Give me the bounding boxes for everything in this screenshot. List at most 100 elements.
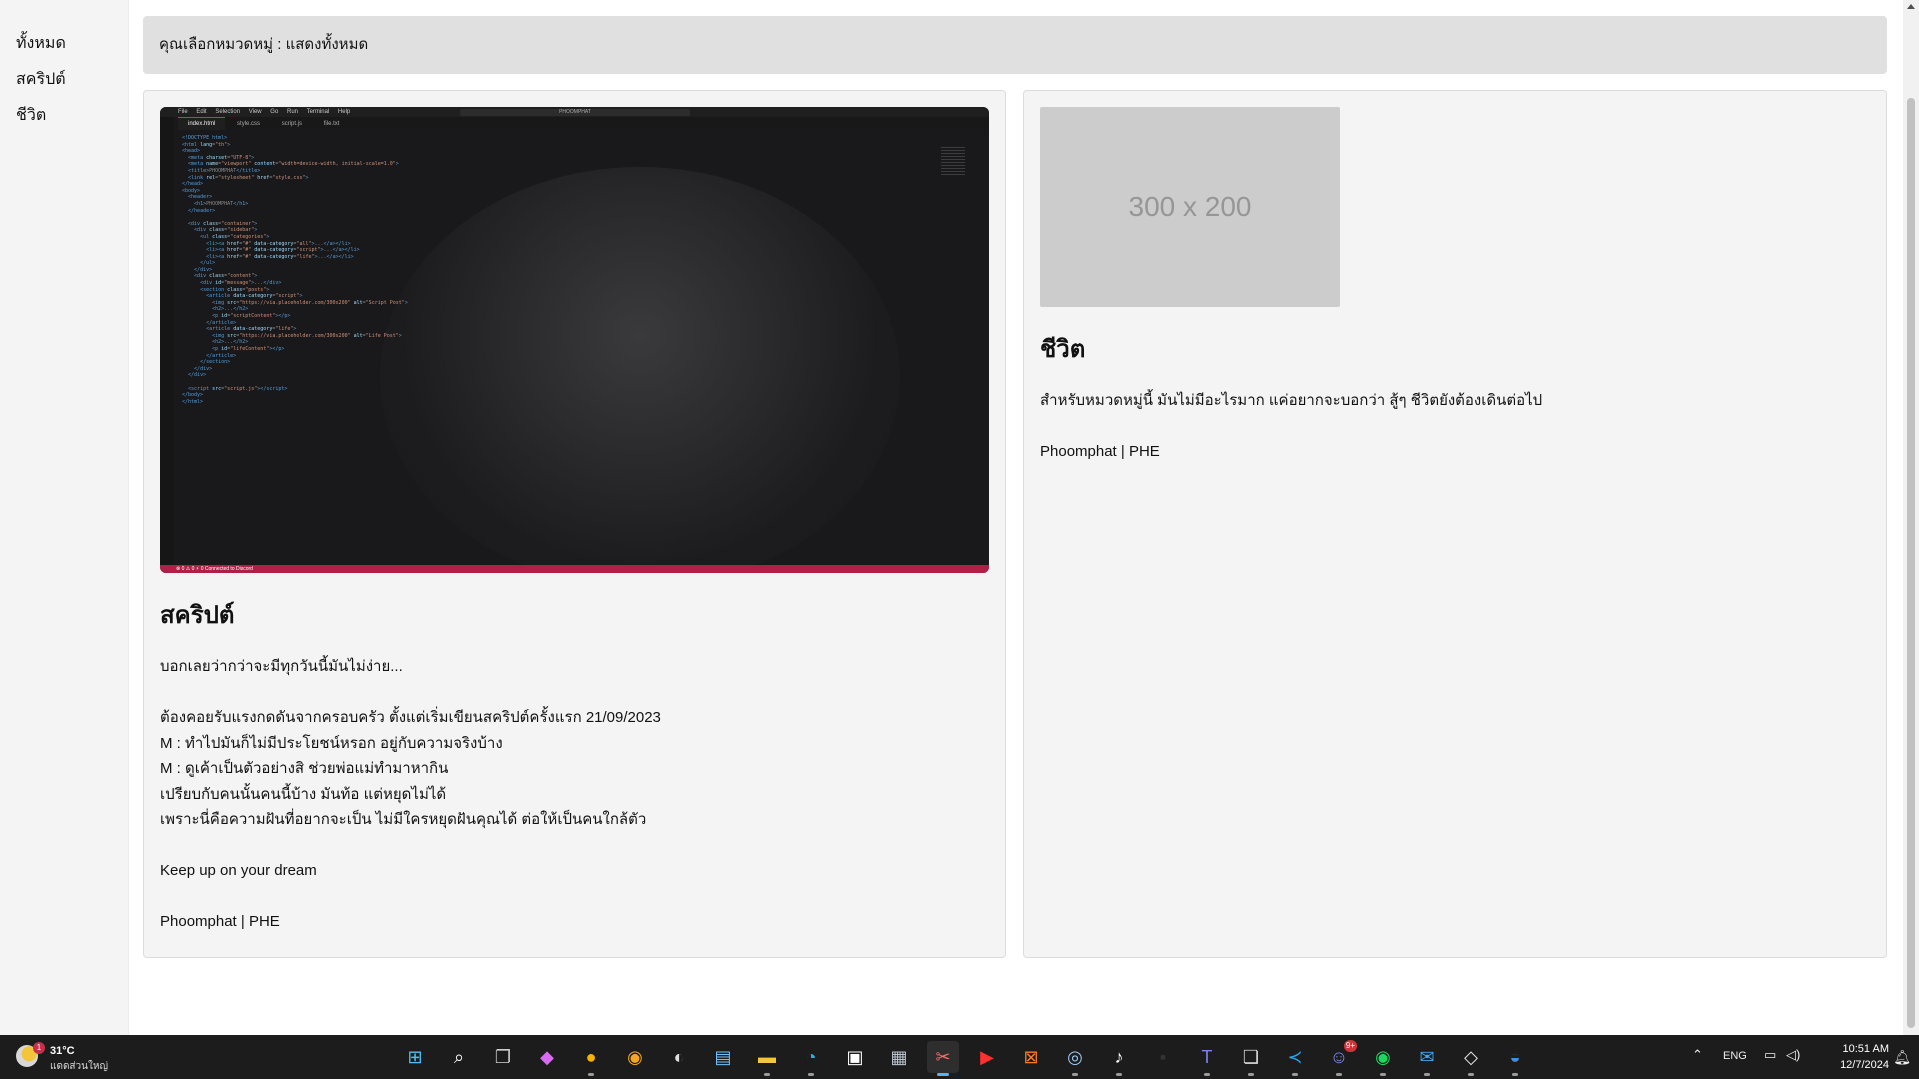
- post-image-placeholder: 300 x 200: [1040, 107, 1340, 307]
- editor-statusbar: ⊗ 0 ⚠ 0 ⚡ 0 Connected to Discord: [160, 565, 989, 573]
- duplicate-windows-glyph: ❏: [1242, 1047, 1260, 1067]
- spotify-icon[interactable]: ◉: [1367, 1041, 1399, 1076]
- menu-file: File: [178, 109, 188, 115]
- editor-tab: style.css: [237, 121, 261, 127]
- spotify-glyph: ◉: [1375, 1047, 1391, 1067]
- post-body: สำหรับหมวดหมู่นี้ มันไม่มีอะไรมาก แค่อยา…: [1040, 388, 1870, 465]
- discord-icon[interactable]: ☺ 9+: [1323, 1040, 1357, 1076]
- mail-icon[interactable]: ✉: [1411, 1041, 1443, 1076]
- editor-search: PHOOMPHAT: [460, 109, 690, 116]
- post-title: สคริปต์: [160, 602, 235, 629]
- post-line: ต้องคอยรับแรงกดดันจากครอบครัว ตั้งแต่เริ…: [160, 709, 661, 726]
- youtube-icon[interactable]: ▶: [971, 1041, 1003, 1073]
- menu-edit: Edit: [196, 109, 207, 115]
- sidebar-item-life[interactable]: ชีวิต: [0, 105, 128, 141]
- file-explorer-glyph: ▬: [758, 1047, 776, 1067]
- menu-terminal: Terminal: [306, 109, 330, 115]
- post-author: Phoomphat | PHE: [160, 913, 280, 930]
- notepad-glyph: ▤: [714, 1047, 732, 1067]
- notification-bell-icon[interactable]: 🔔︎: [1893, 1049, 1911, 1066]
- network-icon[interactable]: ▭: [1764, 1047, 1776, 1063]
- post-line: M : ดูเค้าเป็นตัวอย่างสิ ช่วยพ่อแม่ทำมาห…: [160, 760, 449, 777]
- menu-selection: Selection: [215, 109, 241, 115]
- weather-temp: 31°C: [50, 1045, 75, 1057]
- obs-glyph: ◐: [673, 1047, 685, 1067]
- post-line: บอกเลยว่ากว่าจะมีทุกวันนี้มันไม่ง่าย...: [160, 658, 403, 675]
- blank-app-icon[interactable]: ▪: [1147, 1041, 1179, 1073]
- edge-dev-icon[interactable]: ◒: [1499, 1041, 1531, 1076]
- editor-tabs: index.html style.css script.js file.txt: [178, 117, 989, 130]
- roblox-icon[interactable]: ◇: [1455, 1041, 1487, 1076]
- post-life: 300 x 200 ชีวิต สำหรับหมวดหมู่นี้ มันไม่…: [1023, 90, 1887, 958]
- teams-glyph: T: [1201, 1047, 1213, 1067]
- scroll-up-icon[interactable]: [1907, 4, 1915, 9]
- vertical-scrollbar[interactable]: [1903, 0, 1919, 1035]
- chrome-icon[interactable]: ●: [575, 1041, 607, 1076]
- post-script: File Edit Selection View Go Run Terminal…: [143, 90, 1006, 958]
- windows-start-glyph: ⊞: [407, 1047, 423, 1067]
- category-message: คุณเลือกหมวดหมู่ : แสดงทั้งหมด: [143, 16, 1887, 74]
- steam-icon[interactable]: ◎: [1059, 1041, 1091, 1076]
- task-view-icon[interactable]: ❐: [487, 1041, 519, 1073]
- search-glyph: ⌕: [453, 1047, 465, 1067]
- edge-dev-glyph: ◒: [1509, 1047, 1521, 1067]
- language-indicator[interactable]: ENG: [1723, 1050, 1747, 1062]
- editor-tab: file.txt: [323, 121, 340, 127]
- post-body: บอกเลยว่ากว่าจะมีทุกวันนี้มันไม่ง่าย... …: [160, 654, 989, 935]
- calculator-glyph: ▦: [890, 1047, 908, 1067]
- tiktok-icon[interactable]: ♪: [1103, 1041, 1135, 1076]
- post-line: สำหรับหมวดหมู่นี้ มันไม่มีอะไรมาก แค่อยา…: [1040, 392, 1543, 409]
- editor-minimap: [941, 147, 965, 177]
- edge-icon[interactable]: ◔: [795, 1041, 827, 1076]
- content: คุณเลือกหมวดหมู่ : แสดงทั้งหมด File Edit…: [143, 16, 1887, 958]
- posts: File Edit Selection View Go Run Terminal…: [143, 90, 1887, 958]
- xampp-glyph: ⊠: [1023, 1047, 1039, 1067]
- windows-start-icon[interactable]: ⊞: [399, 1041, 431, 1073]
- browser-viewport: ทั้งหมด สคริปต์ ชีวิต คุณเลือกหมวดหมู่ :…: [0, 0, 1903, 1035]
- sidebar-item-all[interactable]: ทั้งหมด: [0, 33, 128, 69]
- notification-badge: 9+: [1343, 1040, 1357, 1052]
- chrome-canary-glyph: ◉: [627, 1047, 643, 1067]
- vscode-glyph: ≺: [1287, 1047, 1303, 1067]
- mail-glyph: ✉: [1419, 1047, 1435, 1067]
- search-icon[interactable]: ⌕: [443, 1041, 475, 1073]
- vscode-icon[interactable]: ≺: [1279, 1041, 1311, 1076]
- scroll-thumb[interactable]: [1907, 98, 1915, 1028]
- weather-widget[interactable]: 1 31°C แดดส่วนใหญ่: [16, 1042, 156, 1073]
- notepad-icon[interactable]: ▤: [707, 1041, 739, 1073]
- youtube-glyph: ▶: [980, 1047, 994, 1067]
- copilot-icon[interactable]: ◆: [531, 1041, 563, 1073]
- clock-time[interactable]: 10:51 AM: [1843, 1043, 1889, 1055]
- volume-icon[interactable]: ◁): [1786, 1047, 1800, 1063]
- post-title: ชีวิต: [1040, 336, 1086, 363]
- post-line: M : ทำไปมันก็ไม่มีประโยชน์หรอก อยู่กับคว…: [160, 734, 503, 752]
- menu-run: Run: [286, 109, 298, 115]
- menu-go: Go: [270, 109, 279, 115]
- snipping-tool-glyph: ✂: [935, 1047, 951, 1067]
- copilot-glyph: ◆: [540, 1047, 554, 1067]
- menu-help: Help: [337, 109, 351, 115]
- snipping-tool-icon[interactable]: ✂: [927, 1041, 959, 1076]
- sidebar-item-script[interactable]: สคริปต์: [0, 69, 128, 105]
- file-explorer-icon[interactable]: ▬: [751, 1041, 783, 1076]
- sidebar: ทั้งหมด สคริปต์ ชีวิต: [0, 0, 129, 1035]
- post-line: Keep up on your dream: [160, 862, 317, 879]
- duplicate-windows-icon[interactable]: ❏: [1235, 1041, 1267, 1076]
- clock-date[interactable]: 12/7/2024: [1840, 1059, 1889, 1071]
- background-portrait: [380, 167, 900, 573]
- xampp-icon[interactable]: ⊠: [1015, 1041, 1047, 1073]
- editor-tab: script.js: [281, 121, 303, 127]
- chevron-up-icon[interactable]: ⌃: [1692, 1047, 1703, 1063]
- obs-icon[interactable]: ◐: [663, 1041, 695, 1073]
- chrome-canary-icon[interactable]: ◉: [619, 1041, 651, 1073]
- post-image-vscode-screenshot: File Edit Selection View Go Run Terminal…: [160, 107, 989, 573]
- teams-icon[interactable]: T: [1191, 1041, 1223, 1076]
- microsoft-store-icon[interactable]: ▣: [839, 1041, 871, 1073]
- microsoft-store-glyph: ▣: [846, 1047, 864, 1067]
- edge-glyph: ◔: [805, 1047, 817, 1067]
- calculator-icon[interactable]: ▦: [883, 1041, 915, 1073]
